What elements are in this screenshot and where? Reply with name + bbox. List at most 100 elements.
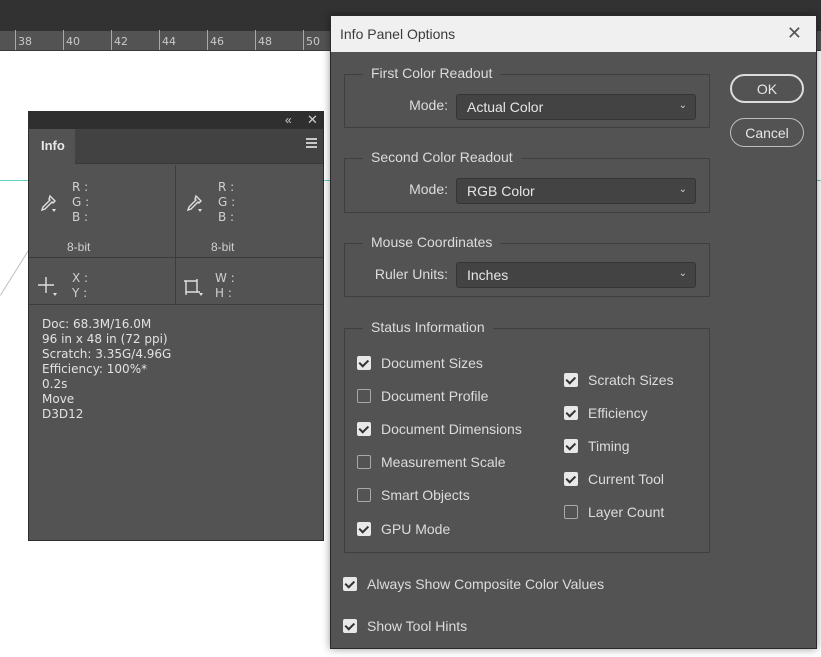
checkbox[interactable] — [564, 439, 578, 453]
selection-size-icon[interactable] — [183, 276, 205, 298]
ruler-label: 40 — [66, 35, 80, 48]
chevron-down-icon: ⌄ — [678, 100, 687, 111]
status-information-group: Status Information Document Sizes Docume… — [344, 319, 710, 553]
chk-always-show-composite[interactable]: Always Show Composite Color Values — [343, 576, 604, 592]
x-label: X : — [72, 271, 89, 285]
second-color-mode-value: RGB Color — [467, 183, 535, 199]
cancel-button[interactable]: Cancel — [730, 118, 804, 147]
close-icon[interactable]: ✕ — [787, 23, 802, 44]
crosshair-icon[interactable] — [37, 276, 59, 298]
chk-timing[interactable]: Timing — [564, 438, 630, 454]
color2-b-label: B : — [218, 210, 235, 224]
ruler-label: 48 — [258, 35, 272, 48]
chk-gpu-mode[interactable]: GPU Mode — [357, 521, 450, 537]
checkbox[interactable] — [357, 422, 371, 436]
ruler-units-select[interactable]: Inches ⌄ — [456, 262, 696, 288]
status-scratch: Scratch: 3.35G/4.96G — [42, 347, 172, 361]
status-current-tool: Move — [42, 392, 75, 406]
checkbox-label: Current Tool — [588, 471, 665, 487]
y-label: Y : — [72, 286, 88, 300]
chk-efficiency[interactable]: Efficiency — [564, 405, 648, 421]
chk-document-sizes[interactable]: Document Sizes — [357, 355, 483, 371]
first-color-legend: First Color Readout — [363, 65, 501, 81]
ruler-tick — [15, 30, 16, 50]
checkbox[interactable] — [564, 373, 578, 387]
chk-document-profile[interactable]: Document Profile — [357, 388, 488, 404]
checkbox[interactable] — [357, 356, 371, 370]
status-info: Doc: 68.3M/16.0M 96 in x 48 in (72 ppi) … — [42, 317, 171, 422]
double-chevron-left-icon[interactable]: « — [285, 113, 292, 127]
checkbox-label: GPU Mode — [381, 521, 451, 537]
checkbox-label: Scratch Sizes — [588, 372, 674, 388]
checkbox-label: Document Profile — [381, 388, 489, 404]
size-readout: W : H : — [215, 271, 235, 301]
chevron-down-icon: ⌄ — [678, 268, 687, 279]
second-color-mode-select[interactable]: RGB Color ⌄ — [456, 178, 696, 204]
info-panel-options-dialog: Info Panel Options ✕ First Color Readout… — [330, 15, 817, 649]
second-color-mode-label: Mode: — [409, 181, 448, 197]
color1-g-label: G : — [72, 195, 90, 209]
checkbox[interactable] — [564, 406, 578, 420]
ruler-tick — [159, 30, 160, 50]
first-color-mode-select[interactable]: Actual Color ⌄ — [456, 94, 696, 120]
color1-r-label: R : — [72, 180, 89, 194]
status-efficiency: Efficiency: 100%* — [42, 362, 148, 376]
ruler-tick — [207, 30, 208, 50]
chk-layer-count[interactable]: Layer Count — [564, 504, 664, 520]
checkbox-label: Smart Objects — [381, 487, 470, 503]
ruler-units-label: Ruler Units: — [374, 266, 448, 282]
coordinates-readout: X : Y : — [72, 271, 88, 301]
color2-g-label: G : — [218, 195, 236, 209]
status-timing: 0.2s — [42, 377, 68, 391]
info-tab-strip: Info — [29, 129, 323, 164]
checkbox-label: Efficiency — [588, 405, 648, 421]
chevron-down-icon: ⌄ — [678, 184, 687, 195]
ruler-label: 38 — [18, 35, 32, 48]
w-label: W : — [215, 271, 235, 285]
eyedropper-icon[interactable] — [183, 194, 203, 214]
info-panel-titlebar[interactable]: « ✕ — [29, 112, 323, 129]
checkbox[interactable] — [564, 505, 578, 519]
color1-bitdepth: 8-bit — [67, 240, 91, 254]
dialog-titlebar[interactable]: Info Panel Options ✕ — [331, 16, 816, 52]
first-color-mode-value: Actual Color — [467, 99, 544, 115]
hamburger-menu-icon[interactable] — [306, 138, 317, 150]
color2-r-label: R : — [218, 180, 235, 194]
checkbox-label: Timing — [588, 438, 630, 454]
tab-info[interactable]: Info — [29, 129, 75, 164]
checkbox[interactable] — [343, 577, 357, 591]
checkbox[interactable] — [357, 389, 371, 403]
checkbox[interactable] — [343, 619, 357, 633]
first-color-readout-group: First Color Readout Mode: Actual Color ⌄ — [344, 65, 710, 128]
status-doc: Doc: 68.3M/16.0M — [42, 317, 152, 331]
checkbox[interactable] — [357, 455, 371, 469]
color2-readout: R : G : B : — [218, 180, 235, 225]
chk-document-dimensions[interactable]: Document Dimensions — [357, 421, 522, 437]
checkbox-label: Layer Count — [588, 504, 665, 520]
eyedropper-icon[interactable] — [37, 194, 57, 214]
chk-scratch-sizes[interactable]: Scratch Sizes — [564, 372, 674, 388]
close-icon[interactable]: ✕ — [307, 112, 318, 128]
first-color-mode-label: Mode: — [409, 97, 448, 113]
ruler-label: 50 — [306, 35, 320, 48]
chk-current-tool[interactable]: Current Tool — [564, 471, 664, 487]
ruler-tick — [63, 30, 64, 50]
second-color-legend: Second Color Readout — [363, 149, 521, 165]
dialog-title: Info Panel Options — [340, 26, 456, 42]
checkbox[interactable] — [357, 522, 371, 536]
checkbox-label: Document Sizes — [381, 355, 483, 371]
checkbox[interactable] — [564, 472, 578, 486]
checkbox-label: Measurement Scale — [381, 454, 506, 470]
chk-smart-objects[interactable]: Smart Objects — [357, 487, 470, 503]
chk-measurement-scale[interactable]: Measurement Scale — [357, 454, 506, 470]
mouse-coordinates-legend: Mouse Coordinates — [363, 234, 501, 250]
ruler-label: 42 — [114, 35, 128, 48]
ok-button[interactable]: OK — [730, 74, 804, 103]
chk-show-tool-hints[interactable]: Show Tool Hints — [343, 618, 467, 634]
ruler-units-value: Inches — [467, 267, 509, 283]
checkbox[interactable] — [357, 488, 371, 502]
color1-readout: R : G : B : — [72, 180, 89, 225]
info-panel: « ✕ Info R : G : B : 8-bit R : G : B : 8… — [28, 111, 324, 541]
h-label: H : — [215, 286, 232, 300]
checkbox-label: Always Show Composite Color Values — [367, 576, 605, 592]
